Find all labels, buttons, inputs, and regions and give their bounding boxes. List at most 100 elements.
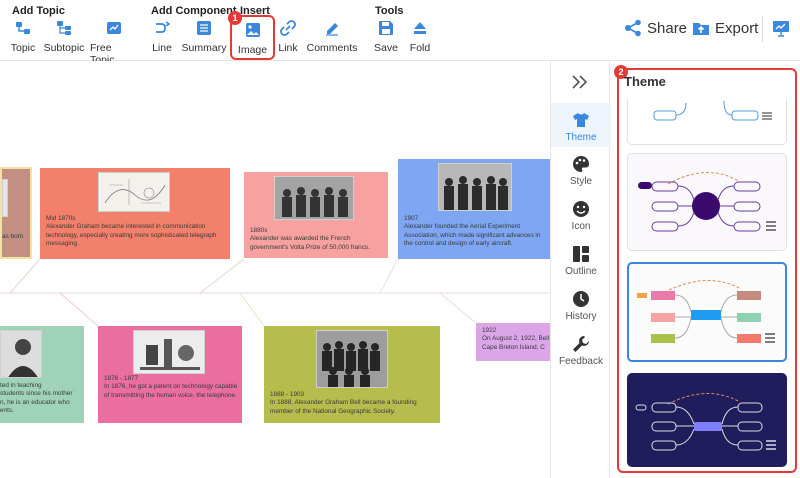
free-topic-button[interactable]: Free Topic	[90, 20, 138, 66]
group-tools-title: Tools	[375, 5, 404, 17]
sidebar-item-feedback[interactable]: Feedback	[551, 335, 611, 367]
timeline-card[interactable]: 1888 - 1903 In 1888, Alexander Graham Be…	[264, 326, 440, 423]
subtopic-icon	[57, 21, 71, 35]
subtopic-button[interactable]: Subtopic	[44, 20, 84, 54]
card-photo	[2, 179, 8, 217]
card-text: 1922 On August 2, 1922, Bell Cape Breton…	[482, 327, 550, 351]
sidebar-item-label: Outline	[565, 266, 597, 277]
share-icon	[625, 19, 641, 37]
topic-icon	[16, 22, 30, 34]
sidebar-item-style[interactable]: Style	[551, 155, 611, 187]
sidebar-item-icon[interactable]: Icon	[551, 200, 611, 232]
theme-card-dark[interactable]	[627, 373, 787, 467]
step-1-badge: 1	[228, 11, 242, 25]
theme-preview	[635, 393, 776, 451]
group-photo-image	[317, 331, 387, 387]
link-label: Link	[278, 42, 298, 54]
theme-panel: 2 Theme	[611, 61, 800, 478]
pen-icon	[326, 23, 338, 36]
subtopic-label: Subtopic	[43, 42, 85, 54]
save-label: Save	[374, 42, 398, 54]
theme-preview	[653, 100, 772, 121]
save-button[interactable]: Save	[374, 20, 398, 54]
theme-card-purple[interactable]	[627, 153, 787, 251]
theme-card-light-blue[interactable]	[627, 99, 787, 145]
sidebar-item-label: History	[565, 311, 597, 322]
export-icon	[693, 23, 709, 35]
link-button[interactable]: Link	[278, 20, 298, 54]
present-button[interactable]	[772, 19, 795, 37]
image-icon	[245, 23, 260, 37]
group-photo-image	[275, 177, 353, 219]
card-text: as born	[2, 233, 24, 240]
outline-icon	[573, 246, 589, 262]
export-label: Export	[715, 19, 759, 37]
summary-label: Summary	[181, 42, 227, 54]
portrait-image	[1, 331, 41, 377]
card-photo	[316, 330, 388, 388]
double-chevron-right-icon	[572, 75, 588, 89]
card-text: 1907 Alexander founded the Aerial Experi…	[404, 215, 541, 247]
shirt-icon	[573, 113, 589, 127]
sidebar-item-label: Theme	[565, 132, 597, 143]
free-topic-icon	[107, 22, 121, 34]
card-text: ted in teaching students since his mothe…	[0, 382, 73, 414]
image-label: Image	[237, 44, 268, 56]
sidebar-item-history[interactable]: History	[551, 290, 611, 322]
group-photo-image	[439, 164, 511, 210]
app-root: Add Topic Add Component Insert Tools Top…	[0, 0, 800, 478]
timeline-card[interactable]: Mid 1870s Alexander Graham became intere…	[40, 168, 230, 259]
telephone-image	[134, 331, 204, 373]
theme-preview	[638, 172, 776, 232]
summary-icon	[197, 21, 211, 35]
export-button[interactable]: Export	[692, 19, 758, 37]
presentation-icon	[773, 21, 789, 37]
card-text: 1880s Alexander was awarded the French g…	[250, 227, 370, 251]
theme-preview	[637, 279, 775, 343]
card-photo	[98, 172, 170, 212]
clock-icon	[573, 291, 589, 307]
comments-label: Comments	[306, 42, 358, 54]
topic-label: Topic	[10, 42, 36, 54]
group-add-topic-title: Add Topic	[12, 5, 65, 17]
comments-button[interactable]: Comments	[306, 20, 358, 54]
eject-icon	[414, 22, 426, 34]
card-text: 1876 - 1877 In 1876, he got a patent on …	[104, 375, 238, 399]
collapse-panel-button[interactable]	[571, 75, 589, 94]
card-text: Mid 1870s Alexander Graham became intere…	[46, 215, 217, 247]
card-text: 1888 - 1903 In 1888, Alexander Graham Be…	[270, 391, 417, 415]
summary-button[interactable]: Summary	[181, 20, 227, 54]
sidebar-item-label: Icon	[571, 221, 591, 232]
card-photo	[133, 330, 205, 374]
palette-icon	[573, 155, 590, 172]
sidebar-item-label: Feedback	[559, 356, 603, 367]
card-photo	[0, 330, 42, 378]
timeline-card[interactable]: 1880s Alexander was awarded the French g…	[244, 172, 388, 258]
sidebar-item-theme[interactable]: Theme	[551, 103, 611, 147]
fold-button[interactable]: Fold	[409, 20, 431, 54]
line-button[interactable]: Line	[152, 20, 172, 54]
theme-panel-title: Theme	[624, 74, 666, 89]
sidebar-item-outline[interactable]: Outline	[551, 245, 611, 277]
timeline-card[interactable]: 1907 Alexander founded the Aerial Experi…	[398, 159, 550, 259]
wrench-icon	[573, 336, 589, 352]
line-icon	[156, 21, 170, 33]
timeline-card[interactable]: as born	[0, 167, 32, 259]
mindmap-canvas[interactable]: as born Mid 1870s Alexander Graham becam…	[0, 61, 550, 478]
group-add-component-title: Add Component	[151, 5, 237, 17]
link-icon	[280, 20, 296, 36]
topic-button[interactable]: Topic	[10, 20, 36, 54]
timeline-card[interactable]: 1922 On August 2, 1922, Bell Cape Breton…	[476, 323, 550, 361]
toolbar: Add Topic Add Component Insert Tools Top…	[0, 0, 800, 66]
fold-label: Fold	[409, 42, 431, 54]
share-label: Share	[647, 19, 688, 37]
line-label: Line	[152, 42, 172, 54]
right-sidebar: Theme Style Icon Outline History Feedbac…	[550, 61, 611, 478]
timeline-card[interactable]: 1876 - 1877 In 1876, he got a patent on …	[98, 326, 242, 423]
share-button[interactable]: Share	[624, 19, 687, 37]
sketch-image	[104, 179, 166, 205]
theme-card-colorful[interactable]	[627, 262, 787, 362]
smiley-icon	[573, 201, 589, 217]
card-photo	[438, 163, 512, 211]
timeline-card[interactable]: ted in teaching students since his mothe…	[0, 326, 84, 423]
